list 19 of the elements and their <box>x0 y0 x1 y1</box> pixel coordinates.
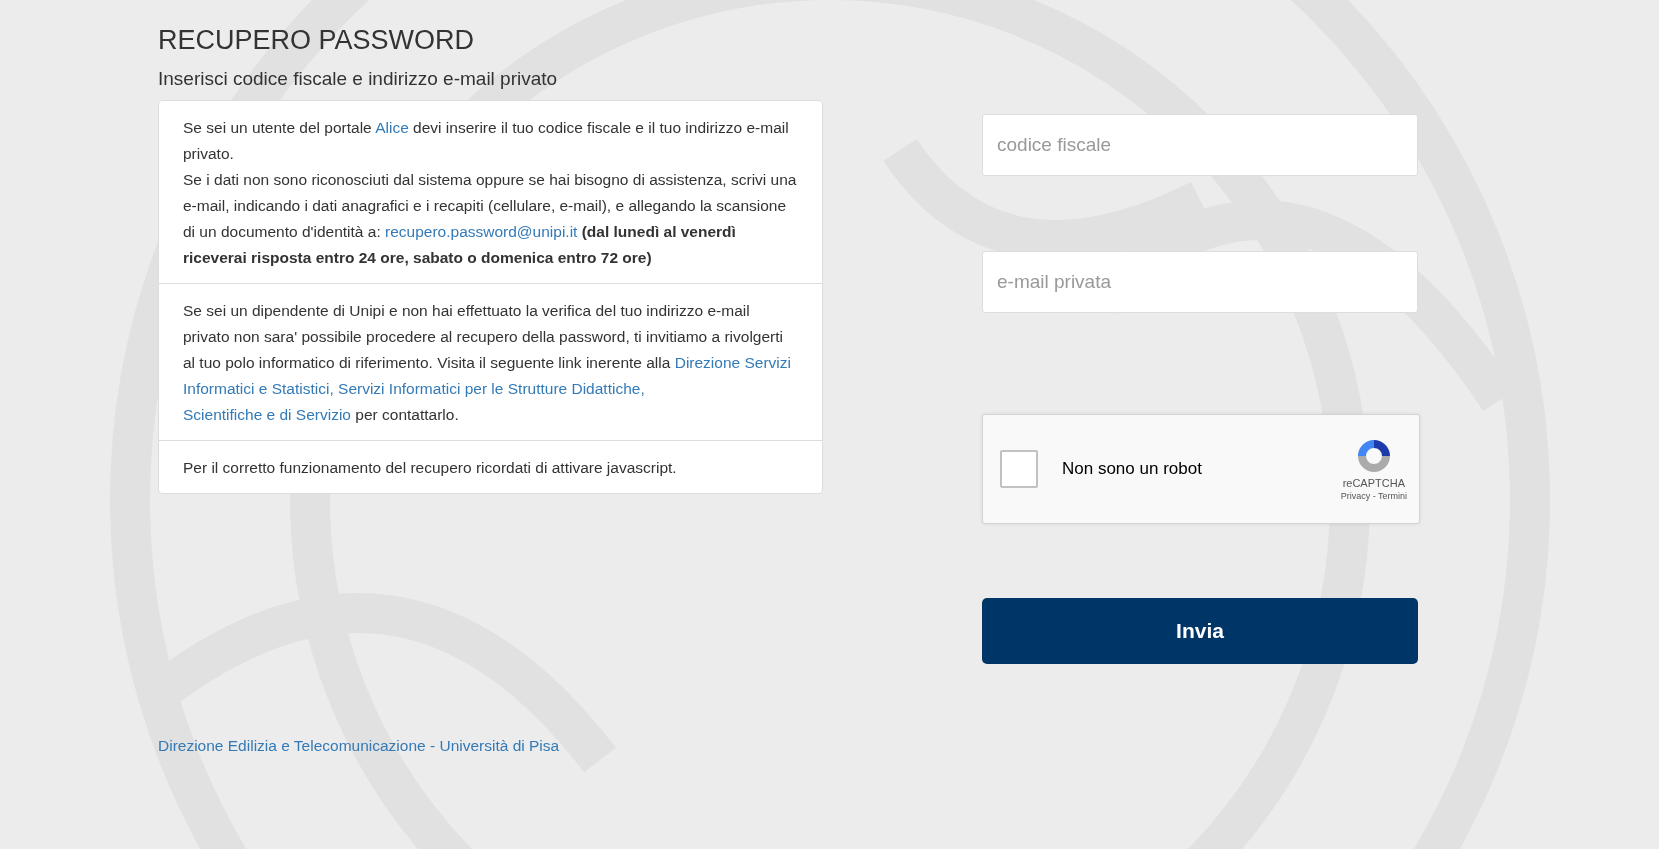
recaptcha-text: reCAPTCHA <box>1342 477 1405 489</box>
input-field[interactable]: e-mail privata <box>982 251 1418 313</box>
submit-button[interactable]: Invia <box>982 598 1418 664</box>
text-link[interactable]: Scientifiche e di Servizio <box>183 406 351 424</box>
privacy-terms-text: Privacy - Termini <box>1340 491 1407 501</box>
paragraph-text: Se sei un dipendente di Unipi e non hai effettuato la verifica del tuo indirizzo e-mail privato non sara' possibile procedere al recupero della password, ti invitiamo a rivolgerti al tuo polo informatico di riferimento. Visita il seguente link inerente alla Direzione Servizi Informatici e Statistici, Servizi Informatici per le Strutture Didattiche, Scientifiche e di Servizio per contattarlo. <box>183 301 792 426</box>
paragraph-text: Se i dati non sono riconosciuti dal sistema oppure se hai bisogno di assistenza, scrivi una e-mail, indicando i dati anagrafici e i recapiti (cellulare, e-mail), e allegando la scansione di un documento d'identità a: recupero.password@unipi.it (dal lunedì al venerdì riceverai risposta entro 24 ore, sabato o domenica entro 72 ore) <box>183 170 798 269</box>
paragraph-text: Per il corretto funzionamento del recupero ricordati di attivare javascript. <box>183 458 678 479</box>
paragraph-text: Se sei un utente del portale Alice devi inserire il tuo codice fiscale e il tuo indirizzo e-mail privato. <box>183 118 790 165</box>
text-link[interactable]: Direzione Servizi <box>674 354 791 372</box>
checkbox[interactable] <box>1000 450 1038 488</box>
page-subtitle: Inserisci codice fiscale e indirizzo e-mail privato <box>158 68 559 91</box>
text-link[interactable]: Alice <box>375 119 409 137</box>
input-field[interactable]: codice fiscale <box>982 114 1418 176</box>
text-link[interactable]: recupero.password@unipi.it <box>385 223 578 241</box>
checkbox-label: Non sono un robot <box>1062 459 1203 479</box>
footer-link[interactable]: Direzione Edilizia e Telecomunicazione - Università di Pisa <box>158 737 560 754</box>
page-title: RECUPERO PASSWORD <box>158 24 476 57</box>
text-link[interactable]: Informatici e Statistici, Servizi Informatici per le Strutture Didattiche, <box>183 380 645 398</box>
